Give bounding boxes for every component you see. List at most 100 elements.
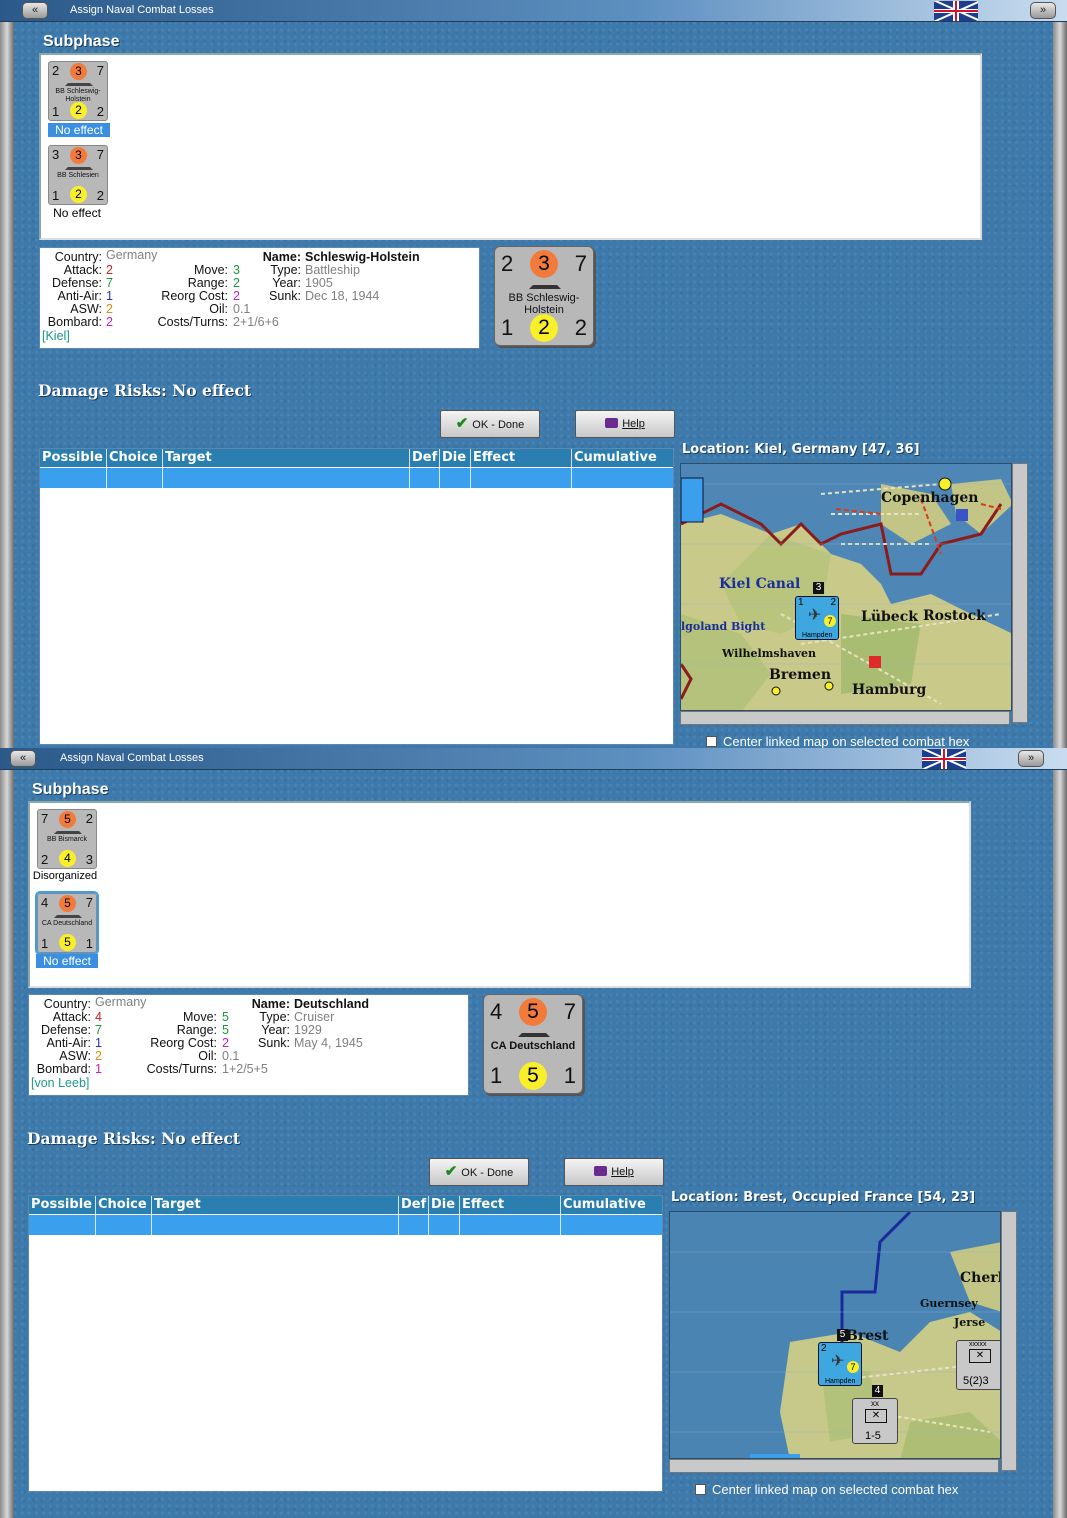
naval-losses-window-1: « Assign Naval Combat Losses » Subphase … — [0, 0, 1067, 748]
ok-done-button[interactable]: ✔ OK - Done — [440, 410, 540, 438]
linked-map[interactable]: Cherl Guernsey Jerse Brest 2 ✈ 7 Hampden… — [669, 1211, 1001, 1459]
unit-status: No effect — [53, 206, 101, 220]
map-label-heligoland-bight: lgoland Bight — [681, 620, 766, 633]
map-label-kiel-canal: Kiel Canal — [719, 576, 801, 592]
table-header: Possible Choice Target Def Die Effect Cu… — [40, 449, 673, 467]
left-frame — [0, 22, 14, 748]
map-label-guernsey: Guernsey — [920, 1297, 978, 1310]
col-cumulative[interactable]: Cumulative — [561, 1196, 664, 1214]
close-icon[interactable]: » — [1030, 2, 1056, 19]
col-possible[interactable]: Possible — [29, 1196, 96, 1214]
col-target[interactable]: Target — [152, 1196, 399, 1214]
center-map-checkbox[interactable]: Center linked map on selected combat hex — [695, 1482, 958, 1497]
window-title: Assign Naval Combat Losses — [70, 4, 214, 16]
unit-counter-0[interactable]: 2 3 7 BB Schleswig-Holstein 1 2 2 — [48, 61, 108, 121]
unit-counter-0[interactable]: 7 5 2 BB Bismarck 2 4 3 — [37, 809, 97, 869]
damage-risks: Damage Risks: No effect — [27, 1129, 241, 1148]
ship-icon — [65, 165, 93, 170]
unit-location: [von Leeb] — [31, 1076, 90, 1090]
ok-done-button[interactable]: ✔ OK - Done — [429, 1158, 529, 1186]
map-label-wilhelmshaven: Wilhelmshaven — [722, 647, 817, 660]
map-label-jersey: Jerse — [954, 1316, 986, 1329]
map-air-unit[interactable]: 2 ✈ 7 Hampden — [818, 1342, 862, 1386]
plane-icon: ✈ — [808, 607, 822, 624]
unit-name: BB Bismarck — [46, 836, 88, 843]
ship-icon — [529, 281, 561, 289]
map-vertical-scrollbar[interactable] — [1012, 463, 1028, 723]
check-icon: ✔ — [444, 1163, 458, 1180]
col-def[interactable]: Def — [399, 1196, 429, 1214]
unit-list: 7 5 2 BB Bismarck 2 4 3 Disorganized 4 5… — [28, 801, 971, 988]
map-horizontal-scrollbar[interactable] — [680, 711, 1010, 725]
table-row[interactable] — [29, 1215, 662, 1235]
title-bar[interactable]: « Assign Naval Combat Losses » — [0, 0, 1067, 22]
col-target[interactable]: Target — [163, 449, 410, 467]
col-effect[interactable]: Effect — [471, 449, 572, 467]
combat-table: Possible Choice Target Def Die Effect Cu… — [39, 448, 674, 745]
ship-icon — [518, 1029, 550, 1037]
help-book-icon — [594, 1166, 608, 1176]
map-location: Location: Brest, Occupied France [54, 23… — [671, 1190, 976, 1205]
map-location: Location: Kiel, Germany [47, 36] — [682, 442, 920, 457]
col-choice[interactable]: Choice — [107, 449, 163, 467]
right-frame — [1053, 22, 1067, 748]
checkbox-icon[interactable] — [706, 736, 717, 747]
ship-icon — [54, 913, 82, 918]
unit-info-panel: Country: Germany Attack: 4 Defense: 7 An… — [28, 994, 469, 1096]
unit-list: 2 3 7 BB Schleswig-Holstein 1 2 2 No eff… — [39, 53, 982, 240]
map-label-copenhagen: Copenhagen — [881, 490, 979, 506]
infantry-icon: ✕ — [865, 1409, 887, 1423]
close-icon[interactable]: » — [1018, 750, 1044, 767]
union-jack-flag — [922, 749, 966, 769]
col-die[interactable]: Die — [440, 449, 471, 467]
unit-status: Disorganized — [32, 870, 98, 882]
map-label-rostock: Rostock — [923, 608, 986, 624]
linked-map[interactable]: Copenhagen Kiel Canal Lübeck Rostock lgo… — [680, 463, 1012, 711]
col-possible[interactable]: Possible — [40, 449, 107, 467]
col-choice[interactable]: Choice — [96, 1196, 152, 1214]
map-terrain — [670, 1212, 1000, 1458]
ship-icon — [65, 81, 93, 86]
map-label-hamburg: Hamburg — [852, 682, 927, 698]
plane-icon: ✈ — [831, 1353, 845, 1370]
col-die[interactable]: Die — [429, 1196, 460, 1214]
checkbox-icon[interactable] — [695, 1484, 706, 1495]
combat-table: Possible Choice Target Def Die Effect Cu… — [28, 1195, 663, 1492]
map-hq-unit[interactable]: xxxxx ✕ 5(2)3 — [956, 1340, 1000, 1390]
map-vertical-scrollbar[interactable] — [1001, 1211, 1017, 1471]
table-row[interactable] — [40, 468, 673, 488]
union-jack-flag — [934, 1, 978, 21]
table-header: Possible Choice Target Def Die Effect Cu… — [29, 1196, 662, 1214]
hq-icon: ✕ — [969, 1349, 991, 1363]
unit-info-panel: Country: Germany Attack: 2 Defense: 7 An… — [39, 247, 480, 349]
title-bar[interactable]: « Assign Naval Combat Losses » — [0, 748, 1067, 770]
window-title: Assign Naval Combat Losses — [60, 752, 204, 764]
ship-icon — [54, 829, 82, 834]
col-def[interactable]: Def — [410, 449, 440, 467]
center-map-checkbox[interactable]: Center linked map on selected combat hex — [706, 734, 969, 748]
map-label-bremen: Bremen — [769, 667, 832, 683]
help-button[interactable]: Help — [564, 1158, 664, 1186]
map-land-unit[interactable]: xx ✕ 1-5 — [852, 1398, 898, 1444]
map-air-unit[interactable]: 1 2 ✈ 7 Hampden — [795, 596, 839, 640]
unit-status: No effect — [36, 954, 98, 968]
map-horizontal-scrollbar[interactable] — [669, 1459, 999, 1473]
unit-counter-1[interactable]: 3 3 7 BB Schlesien 1 2 2 — [48, 145, 108, 205]
unit-counter-1[interactable]: 4 5 7 CA Deutschland 1 5 1 — [35, 891, 99, 955]
unit-name: CA Deutschland — [41, 920, 93, 927]
naval-losses-window-2: « Assign Naval Combat Losses » Subphase … — [0, 748, 1067, 1518]
col-cumulative[interactable]: Cumulative — [572, 449, 675, 467]
minimize-icon[interactable]: « — [22, 2, 48, 19]
col-effect[interactable]: Effect — [460, 1196, 561, 1214]
subphase-heading: Subphase — [32, 781, 109, 798]
help-button[interactable]: Help — [575, 410, 675, 438]
minimize-icon[interactable]: « — [10, 750, 36, 767]
large-unit-counter: 4 5 7 CA Deutschland 1 5 1 — [483, 994, 583, 1094]
left-frame — [0, 770, 14, 1518]
unit-name: BB Schlesien — [57, 172, 99, 179]
map-label-lubeck: Lübeck — [861, 609, 918, 625]
large-unit-counter: 2 3 7 BB Schleswig-Holstein 1 2 2 — [494, 246, 594, 346]
map-label-cherbourg: Cherl — [960, 1270, 1001, 1286]
help-book-icon — [605, 418, 619, 428]
right-frame — [1053, 770, 1067, 1518]
